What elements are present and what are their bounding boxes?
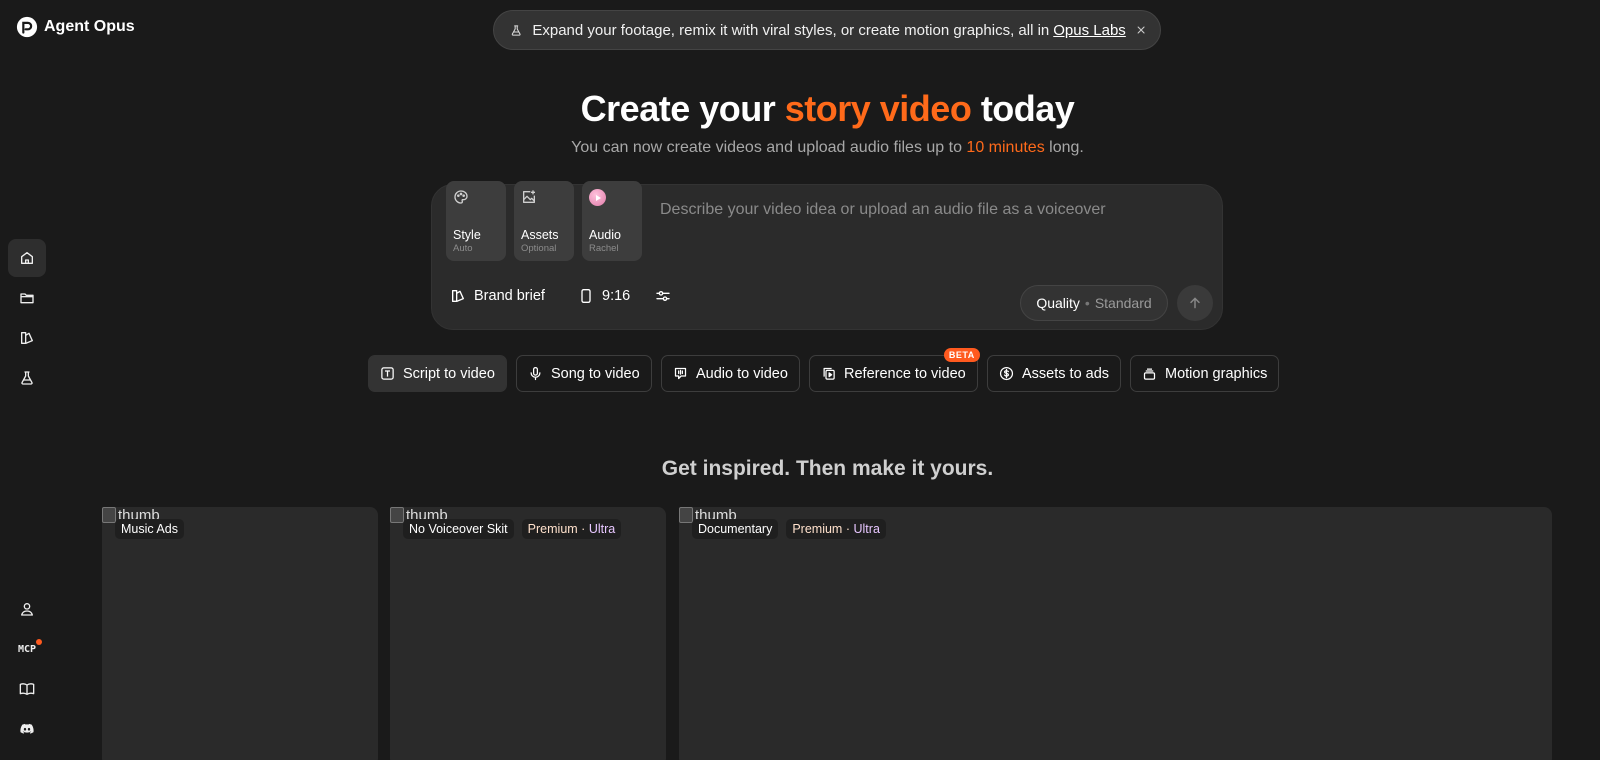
card-title: Documentary [692, 519, 779, 539]
audio-message-icon [674, 367, 687, 380]
sidebar-item-brand[interactable] [8, 319, 46, 357]
phone-icon [581, 289, 591, 303]
mcp-label: MCP [18, 638, 43, 655]
book-icon [19, 683, 35, 695]
sidebar-item-discord[interactable] [8, 710, 46, 748]
settings-button[interactable] [655, 288, 671, 304]
mode-motion-graphics[interactable]: Motion graphics [1130, 355, 1280, 392]
close-icon[interactable] [1136, 23, 1146, 37]
brand-icon [21, 332, 33, 344]
prompt-input[interactable] [660, 201, 1180, 219]
home-icon [21, 252, 33, 264]
notification-dot [36, 638, 43, 645]
opus-logo-icon [16, 16, 38, 38]
opus-labs-link[interactable]: Opus Labs [1053, 22, 1126, 39]
page-title: Create your story video today [580, 88, 1075, 129]
sidebar-item-mcp[interactable]: MCP [8, 630, 46, 668]
voice-avatar-icon [589, 189, 606, 206]
audio-chip[interactable]: Audio Rachel [582, 181, 642, 261]
assets-chip[interactable]: Assets Optional [514, 181, 574, 261]
sidebar-item-account[interactable] [8, 590, 46, 628]
mode-assets-to-ads[interactable]: Assets to ads [987, 355, 1122, 392]
template-card-no-voiceover-skit[interactable]: thumb No Voiceover Skit Premium · Ultra [390, 507, 666, 760]
brand-brief-button[interactable]: Brand brief [450, 288, 545, 304]
beta-badge: BETA [943, 348, 980, 362]
card-title: No Voiceover Skit [403, 519, 514, 539]
copy-play-icon [823, 367, 835, 380]
style-chip[interactable]: Style Auto [446, 181, 506, 261]
mode-script-to-video[interactable]: Script to video [368, 355, 507, 392]
quality-selector[interactable]: Quality • Standard [1020, 285, 1168, 321]
sidebar-item-projects[interactable] [8, 279, 46, 317]
prompt-composer: Style Auto Assets Optional Audio Rachel … [431, 181, 1223, 330]
text-icon [381, 367, 394, 380]
discord-icon [20, 723, 34, 734]
palette-icon [454, 190, 468, 204]
premium-badge: Premium · Ultra [786, 519, 886, 539]
user-icon [21, 603, 33, 616]
premium-badge: Premium · Ultra [521, 519, 622, 539]
template-card-documentary[interactable]: thumb Documentary Premium · Ultra [679, 507, 1552, 760]
card-title: Music Ads [115, 519, 184, 539]
section-heading: Get inspired. Then make it yours. [661, 457, 994, 480]
send-button[interactable] [1177, 285, 1213, 321]
layers-icon [1143, 368, 1156, 380]
app-logo[interactable]: Agent Opus [16, 16, 135, 38]
microphone-icon [530, 366, 541, 381]
mode-reference-to-video[interactable]: Reference to video BETA [809, 348, 980, 392]
app-name: Agent Opus [44, 18, 135, 35]
sliders-icon [656, 291, 670, 301]
sidebar-item-docs[interactable] [8, 670, 46, 708]
brand-icon [452, 290, 464, 302]
sidebar-item-home[interactable] [8, 239, 46, 277]
announcement-text: Expand your footage, remix it with viral… [532, 21, 1126, 39]
aspect-ratio-button[interactable]: 9:16 [578, 288, 630, 304]
mode-song-to-video[interactable]: Song to video [516, 355, 652, 392]
mode-audio-to-video[interactable]: Audio to video [661, 355, 800, 392]
dollar-circle-icon [999, 366, 1014, 381]
template-card-music-ads[interactable]: thumb Music Ads [102, 507, 378, 760]
page-subtitle: You can now create videos and upload aud… [571, 139, 1084, 156]
image-add-icon [523, 190, 535, 203]
sidebar-item-labs[interactable] [8, 359, 46, 397]
flask-icon [21, 371, 33, 385]
announcement-banner: Expand your footage, remix it with viral… [493, 10, 1161, 50]
folder-icon [20, 293, 34, 304]
arrow-up-icon [1190, 297, 1200, 309]
flask-icon [511, 24, 521, 36]
